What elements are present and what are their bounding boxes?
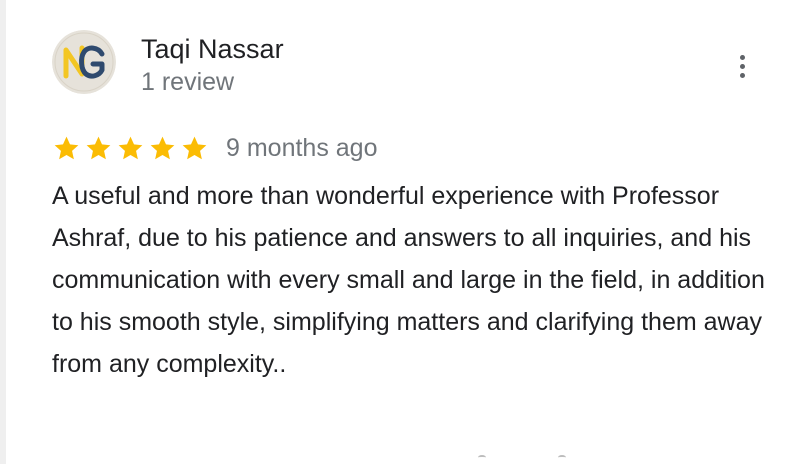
more-options-button[interactable]	[726, 46, 758, 86]
cut-off-glyph	[478, 455, 486, 459]
review-card: Taqi Nassar 1 review 9 months ago A usef…	[0, 0, 806, 464]
more-vert-icon-dot	[739, 72, 745, 78]
left-divider	[0, 0, 6, 464]
more-vert-icon	[739, 54, 745, 60]
star-icon	[182, 136, 207, 159]
star-icon	[150, 136, 175, 159]
star-icon	[54, 136, 79, 159]
avatar-logo	[52, 30, 116, 94]
more-vert-icon-dot	[739, 63, 745, 69]
star-icon	[86, 136, 111, 159]
cut-off-content	[470, 455, 580, 459]
star-icon	[118, 136, 143, 159]
cut-off-glyph	[558, 455, 566, 459]
review-timestamp: 9 months ago	[226, 133, 378, 162]
reviewer-review-count[interactable]: 1 review	[141, 67, 234, 97]
reviewer-name[interactable]: Taqi Nassar	[141, 33, 284, 65]
review-text: A useful and more than wonderful experie…	[52, 182, 765, 378]
rating-row: 9 months ago	[52, 130, 378, 166]
star-rating	[52, 134, 209, 163]
avatar[interactable]	[52, 30, 116, 94]
